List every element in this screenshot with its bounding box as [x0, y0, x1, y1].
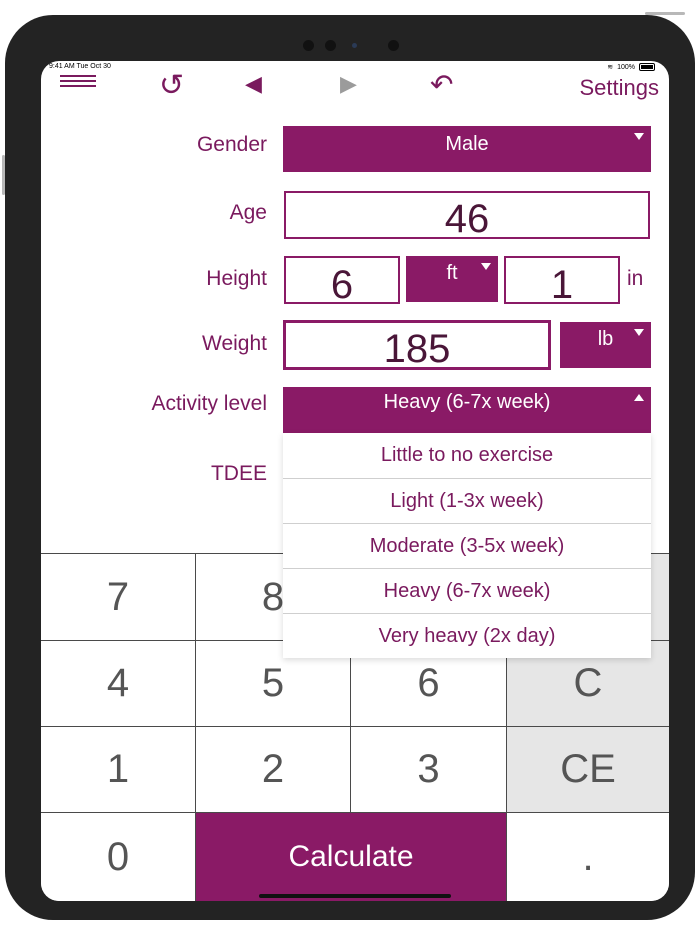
key-0[interactable]: 0	[41, 812, 196, 901]
height-label: Height	[206, 267, 267, 290]
gender-label: Gender	[196, 133, 267, 156]
activity-option[interactable]: Heavy (6-7x week)	[283, 568, 651, 613]
home-indicator[interactable]	[259, 894, 451, 898]
height-unit-value: ft	[446, 262, 458, 284]
wifi-icon: ≋	[607, 64, 614, 71]
status-time: 9:41 AM Tue Oct 30	[49, 63, 111, 70]
chevron-down-icon	[634, 133, 644, 140]
activity-label: Activity level	[151, 392, 267, 415]
activity-option[interactable]: Light (1-3x week)	[283, 478, 651, 523]
power-button	[645, 12, 685, 15]
tablet-frame: 9:41 AM Tue Oct 30 ≋ 100% ↺ ◀ ▶ ↶ Settin…	[2, 12, 695, 920]
gender-value: Male	[445, 133, 489, 155]
gender-select[interactable]: Male	[283, 126, 651, 172]
settings-button[interactable]: Settings	[580, 75, 660, 101]
activity-select[interactable]: Heavy (6-7x week)	[283, 387, 651, 433]
menu-icon[interactable]	[60, 75, 96, 91]
chevron-up-icon	[634, 394, 644, 401]
activity-value: Heavy (6-7x week)	[383, 391, 551, 413]
camera-icon	[303, 40, 314, 51]
chevron-down-icon	[481, 263, 491, 270]
back-icon[interactable]: ◀	[245, 73, 262, 95]
weight-field[interactable]: 185	[283, 320, 551, 371]
battery-percent: 100%	[617, 63, 635, 71]
activity-option[interactable]: Very heavy (2x day)	[283, 613, 651, 658]
reset-icon[interactable]: ↺	[159, 71, 184, 101]
age-label: Age	[229, 201, 267, 224]
key-1[interactable]: 1	[41, 726, 196, 812]
front-camera-icon	[388, 40, 399, 51]
weight-unit-select[interactable]: lb	[560, 322, 651, 368]
inches-unit-label: in	[627, 267, 644, 290]
sensor-icon	[325, 40, 336, 51]
height-inches-field[interactable]: 1	[504, 256, 620, 307]
key-2[interactable]: 2	[196, 726, 351, 812]
light-sensor-icon	[352, 43, 357, 48]
age-field[interactable]: 46	[284, 191, 650, 241]
key-7[interactable]: 7	[41, 553, 196, 640]
camera-bar	[303, 37, 407, 55]
clear-entry-button[interactable]: CE	[507, 726, 669, 812]
key-3[interactable]: 3	[351, 726, 507, 812]
height-feet-field[interactable]: 6	[284, 256, 400, 307]
activity-option[interactable]: Little to no exercise	[283, 433, 651, 478]
decimal-key[interactable]: .	[507, 812, 669, 901]
height-unit-select[interactable]: ft	[406, 256, 498, 302]
battery-icon	[639, 63, 655, 71]
tdee-label: TDEE	[210, 462, 267, 485]
chevron-down-icon	[634, 329, 644, 336]
key-4[interactable]: 4	[41, 640, 196, 726]
forward-icon[interactable]: ▶	[340, 73, 357, 95]
activity-dropdown: Little to no exercise Light (1-3x week) …	[283, 433, 651, 658]
weight-unit-value: lb	[597, 328, 614, 350]
status-right: ≋ 100%	[607, 63, 655, 71]
app-screen: 9:41 AM Tue Oct 30 ≋ 100% ↺ ◀ ▶ ↶ Settin…	[41, 61, 669, 901]
volume-button	[2, 155, 5, 195]
calculate-button[interactable]: Calculate	[196, 812, 507, 901]
undo-icon[interactable]: ↶	[430, 71, 453, 99]
weight-label: Weight	[202, 332, 267, 355]
activity-option[interactable]: Moderate (3-5x week)	[283, 523, 651, 568]
